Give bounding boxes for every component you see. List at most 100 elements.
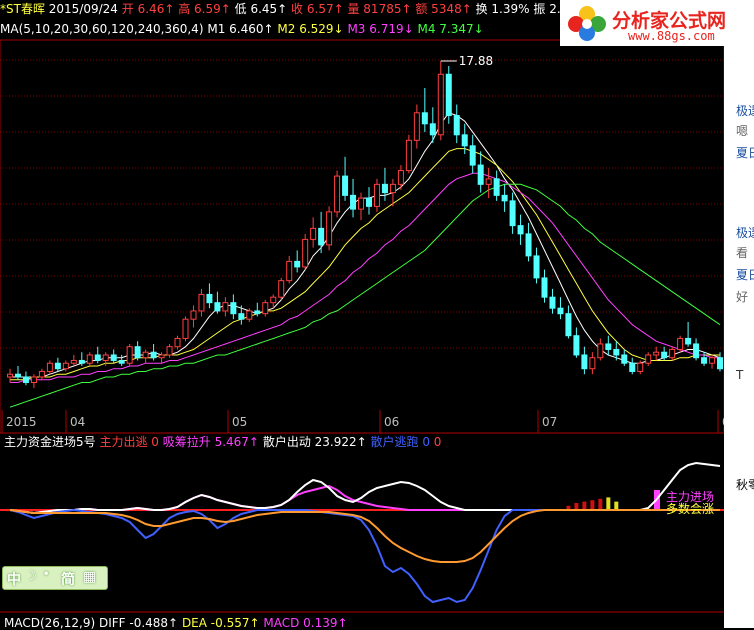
quote-label: 振 xyxy=(529,2,546,16)
candle-body xyxy=(365,197,372,207)
candle-body xyxy=(238,313,245,320)
candle-body xyxy=(334,175,341,213)
side-panel-item[interactable]: 嗯 xyxy=(736,124,748,138)
candle-body xyxy=(565,313,572,337)
candle-body xyxy=(685,337,692,345)
quote-item: 收 6.57↑ xyxy=(287,2,344,16)
candle-body xyxy=(669,348,676,359)
candle-body xyxy=(342,175,349,196)
candle-body xyxy=(525,233,532,257)
quote-value: 5348↑ xyxy=(427,2,472,16)
candle-body xyxy=(302,238,309,268)
candle-body xyxy=(437,73,444,136)
quote-label: 换 xyxy=(471,2,488,16)
indicator-header: 主力资金进场5号 主力出逃 0 吸筹拉升 5.467↑ 散户出动 23.922↑… xyxy=(4,435,564,451)
side-panel-item[interactable]: T xyxy=(736,368,743,382)
candle-body xyxy=(517,225,524,235)
ma-params: MA(5,10,20,30,60,120,240,360,4) xyxy=(0,22,204,36)
quote-value: 6.46↑ xyxy=(133,2,175,16)
signal-bar xyxy=(614,501,619,510)
candle-body xyxy=(118,359,125,364)
candle-body xyxy=(477,164,484,185)
candle-body xyxy=(86,354,93,364)
candle-body xyxy=(533,255,540,279)
language-stamp[interactable]: 中 ☽ • 简 ▦ xyxy=(2,566,108,590)
quote-label: 量 xyxy=(343,2,360,16)
candle-body xyxy=(286,260,293,282)
candle-body xyxy=(405,139,412,172)
ma-value: 7.347↓ xyxy=(435,22,484,36)
candle-body xyxy=(453,115,460,136)
candle-body xyxy=(254,310,261,315)
watermark-url: www.88gs.com xyxy=(628,29,715,43)
candle-body xyxy=(549,296,556,309)
ma-line-m4 xyxy=(9,183,721,408)
candle-body xyxy=(709,357,716,364)
candle-body xyxy=(278,280,285,298)
candle-body xyxy=(94,354,101,361)
side-panel-item[interactable]: 夏日 xyxy=(736,146,754,160)
ma-label: M3 xyxy=(343,22,366,36)
indicator-line xyxy=(9,461,721,515)
indicator-line xyxy=(9,508,720,604)
side-panel-item[interactable]: 好 xyxy=(736,290,748,304)
moon-icon: ☽ xyxy=(25,569,37,584)
indicator-item: 散户逃跑 0 xyxy=(367,435,430,449)
signal-bar xyxy=(574,503,579,510)
candle-body xyxy=(150,351,157,359)
signal-bar xyxy=(590,500,595,510)
candle-body xyxy=(262,302,269,315)
ma-value: 6.460↑ xyxy=(225,22,274,36)
axis-tick-label: 07 xyxy=(542,415,557,429)
quote-item: 量 81785↑ xyxy=(343,2,411,16)
ma-value: 6.719↓ xyxy=(365,22,414,36)
ma-item: M3 6.719↓ xyxy=(343,22,414,36)
high-price-label: 17.88 xyxy=(459,54,493,68)
quote-item: 换 1.39% xyxy=(472,2,530,16)
candle-body xyxy=(605,343,612,350)
side-panel-item[interactable]: 秋零 xyxy=(736,478,754,492)
candle-body xyxy=(206,293,213,304)
candle-body xyxy=(126,346,133,364)
candle-body xyxy=(22,376,29,383)
main-chart-canvas: 17.88 2015 04 05 06 07 0 主力进场多数会涨 xyxy=(0,39,754,613)
candle-body xyxy=(413,112,420,141)
candle-body xyxy=(358,197,365,210)
stamp-jian: 简 xyxy=(61,572,75,588)
indicator-value: 0 xyxy=(418,435,430,449)
indicator-name: 主力资金进场5号 xyxy=(4,435,96,449)
candle-body xyxy=(661,351,668,359)
side-panel-item[interactable]: 极逞 xyxy=(736,226,754,240)
price-grid xyxy=(0,39,754,434)
ma-line-m2 xyxy=(10,148,720,381)
candle-body xyxy=(653,351,660,356)
candle-body xyxy=(573,335,580,356)
side-panel-item[interactable]: 看 xyxy=(736,246,748,260)
side-panel-item[interactable]: 极逞 xyxy=(736,104,754,118)
candle-body xyxy=(637,362,644,372)
indicator-label: 散户出动 xyxy=(259,435,311,449)
quote-label: 额 xyxy=(411,2,428,16)
stock-name: *ST春晖 xyxy=(0,2,45,16)
candle-body xyxy=(78,359,85,364)
candle-body xyxy=(174,337,181,348)
signal-bar xyxy=(598,498,603,510)
candle-body xyxy=(190,310,197,320)
signal-label-rise: 多数会涨 xyxy=(666,501,714,516)
candle-body xyxy=(717,357,724,370)
indicator-item: 0 xyxy=(430,435,442,449)
side-panel-item[interactable]: 夏日 xyxy=(736,268,754,282)
indicator-line xyxy=(9,484,720,515)
ma-value: 6.529↓ xyxy=(295,22,344,36)
price-frame xyxy=(0,39,725,434)
quote-value: 1.39% xyxy=(487,2,530,16)
quote-label: 高 xyxy=(174,2,191,16)
candle-body xyxy=(541,277,548,298)
quote-item: 开 6.46↑ xyxy=(122,2,175,16)
candle-body xyxy=(589,357,596,370)
candle-body xyxy=(421,112,428,125)
side-panel[interactable]: 极逞嗯夏日极逞看夏日好T秋零 xyxy=(724,46,754,628)
candle-body xyxy=(461,134,468,147)
ma-item: M2 6.529↓ xyxy=(274,22,344,36)
ma-item: M4 7.347↓ xyxy=(414,22,484,36)
